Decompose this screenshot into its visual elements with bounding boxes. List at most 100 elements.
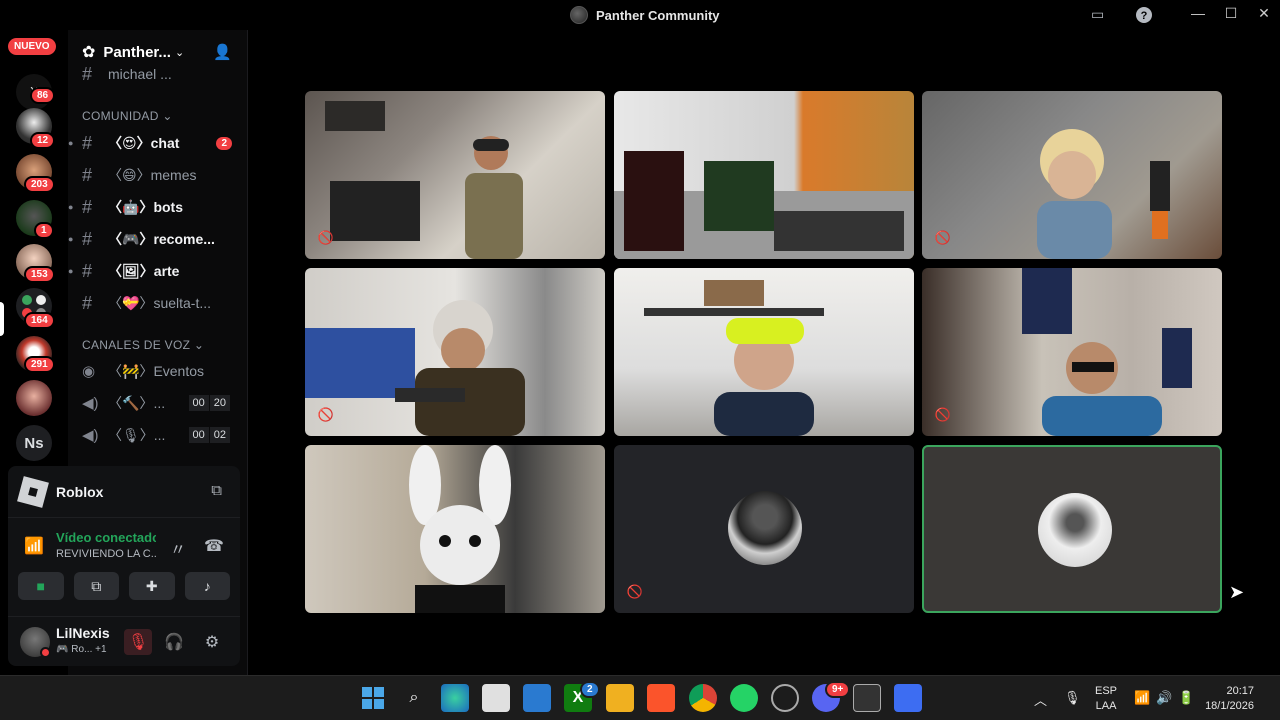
channel-suelta[interactable]: # 〈💝〉 suelta-t... (68, 288, 248, 318)
server-badge: 203 (24, 176, 55, 193)
activity-title: Roblox (56, 483, 104, 500)
share-screen-button[interactable]: ⧉ (73, 572, 119, 600)
steam-icon[interactable] (771, 684, 799, 712)
status-dot-icon (40, 647, 51, 658)
minimize-button[interactable]: — (1188, 5, 1208, 21)
help-icon[interactable]: ? (1135, 6, 1153, 27)
channel-emoji: 〈🤖〉 (108, 199, 154, 215)
signal-icon: 📶 (24, 538, 44, 555)
user-activity: 🎮 Ro... +1 (56, 644, 107, 655)
maximize-button[interactable]: ☐ (1221, 5, 1241, 22)
count-b: 02 (209, 427, 230, 443)
channel-emoji: 〈💝〉 (108, 295, 154, 311)
server-badge: 1 (34, 222, 54, 239)
whatsapp-icon[interactable] (730, 684, 758, 712)
category-comunidad[interactable]: COMUNIDAD ⌄ (82, 109, 173, 123)
channel-memes[interactable]: # 〈😄〉 memes (68, 160, 248, 190)
store-icon[interactable] (482, 684, 510, 712)
unread-dot: ● (68, 138, 74, 148)
settings-button[interactable]: ⚙ (198, 629, 226, 655)
volume-icon[interactable]: 🔊 (1156, 690, 1172, 706)
server-ns-label: Ns (24, 434, 44, 452)
user-panel: LilNexis 🎮 Ro... +1 🎙 🎧 ⚙ (8, 616, 240, 666)
app-icon[interactable] (894, 684, 922, 712)
language-indicator[interactable]: ESP LAA (1095, 684, 1117, 714)
channel-label: ... (153, 395, 166, 411)
screen-share-icon[interactable]: ▭ (1091, 6, 1104, 23)
app-icon[interactable] (523, 684, 551, 712)
channel-label: recome... (153, 231, 215, 247)
video-tile[interactable]: 🚫 (922, 91, 1222, 259)
server-icon-ns[interactable]: Ns (16, 425, 52, 461)
connection-row: 📶 Vídeo conectado REVIVIENDO LA C... 〃 ☎ (8, 524, 240, 568)
clock-date: 18/1/2026 (1205, 700, 1254, 712)
video-tile[interactable]: 🚫 (305, 91, 605, 259)
mic-muted-icon: 🎙 (127, 634, 149, 651)
battery-icon[interactable]: 🔋 (1178, 690, 1194, 706)
search-icon[interactable]: ⌕ (400, 684, 428, 712)
voice-user-count: 00 02 (188, 427, 230, 443)
mic-muted-icon: 🚫 (317, 407, 335, 422)
discord-badge: 9+ (825, 681, 851, 698)
camera-icon: ■ (36, 578, 45, 594)
app-icon[interactable] (853, 684, 881, 712)
unread-dot: ● (68, 266, 74, 276)
activity-screen-icon[interactable]: ⧉ (211, 482, 222, 499)
new-badge[interactable]: NUEVO (8, 38, 56, 55)
soundboard-icon: ♪ (203, 578, 211, 594)
category-voz[interactable]: CANALES DE VOZ ⌄ (82, 338, 204, 352)
channel-label: ... (153, 427, 166, 443)
mute-button[interactable]: 🎙 (124, 629, 152, 655)
video-tile[interactable] (614, 91, 914, 259)
video-tile[interactable] (614, 268, 914, 436)
disconnect-icon[interactable]: ☎ (204, 536, 224, 556)
server-badge: 164 (24, 312, 55, 329)
activity-row[interactable]: Roblox ⧉ (8, 466, 240, 518)
mic-muted-icon: 🚫 (317, 230, 335, 245)
gamepad-icon: 🎮 (56, 644, 69, 655)
video-tile[interactable]: 🚫 (305, 268, 605, 436)
camera-button[interactable]: ■ (18, 572, 64, 600)
deafen-button[interactable]: 🎧 (160, 629, 188, 655)
hash-icon: # (82, 292, 93, 313)
voice-channel-3[interactable]: ◀) 〈🎙〉 ... 00 02 (68, 420, 248, 450)
file-explorer-icon[interactable] (606, 684, 634, 712)
voice-channel-2[interactable]: ◀) 〈🔨〉 ... 00 20 (68, 388, 248, 418)
add-member-icon[interactable]: 👤 (213, 43, 232, 61)
unread-dot: ● (68, 202, 74, 212)
channel-chat[interactable]: ● # 〈😍〉 chat 2 (68, 128, 248, 158)
window-title: Panther Community (570, 6, 720, 24)
voice-channel-eventos[interactable]: ◉ 〈🚧〉 Eventos (68, 356, 248, 386)
server-badge: 153 (24, 266, 55, 283)
activities-button[interactable]: ✚ (129, 572, 175, 600)
stage-icon: ◉ (82, 363, 96, 380)
server-icon-8[interactable] (16, 380, 52, 416)
channel-recomendaciones[interactable]: ● # 〈🎮〉 recome... (68, 224, 248, 254)
server-badge: 12 (30, 132, 56, 149)
wifi-icon[interactable]: 📶 (1134, 690, 1150, 706)
channel-partial[interactable]: # michael ... (68, 66, 248, 82)
channel-badge: 2 (216, 136, 232, 150)
video-tile[interactable] (305, 445, 605, 613)
soundboard-button[interactable]: ♪ (184, 572, 230, 600)
microphone-icon[interactable]: 🎙 (1064, 690, 1081, 706)
chrome-icon[interactable] (689, 684, 717, 712)
video-tile[interactable]: 🚫 (922, 268, 1222, 436)
video-tile-speaking[interactable] (922, 445, 1222, 613)
channel-label: Eventos (153, 363, 205, 379)
close-button[interactable]: ✕ (1254, 5, 1274, 22)
voice-panel: Roblox ⧉ 📶 Vídeo conectado REVIVIENDO LA… (8, 466, 240, 666)
chevron-up-icon[interactable]: ︿ (1034, 690, 1047, 709)
noise-suppression-icon[interactable]: 〃 (170, 536, 186, 560)
channel-label: chat (150, 135, 180, 151)
count-a: 00 (188, 395, 209, 411)
video-tile-avatar[interactable]: 🚫 (614, 445, 914, 613)
clock[interactable]: 20:17 18/1/2026 (1205, 684, 1254, 714)
channel-bots[interactable]: ● # 〈🤖〉 bots (68, 192, 248, 222)
channel-arte[interactable]: ● # 〈🖼〉 arte (68, 256, 248, 286)
start-button[interactable] (359, 684, 387, 712)
brave-icon[interactable] (647, 684, 675, 712)
connection-status[interactable]: Vídeo conectado (56, 530, 156, 545)
speaker-icon: ◀) (82, 395, 99, 412)
edge-icon[interactable] (441, 684, 469, 712)
